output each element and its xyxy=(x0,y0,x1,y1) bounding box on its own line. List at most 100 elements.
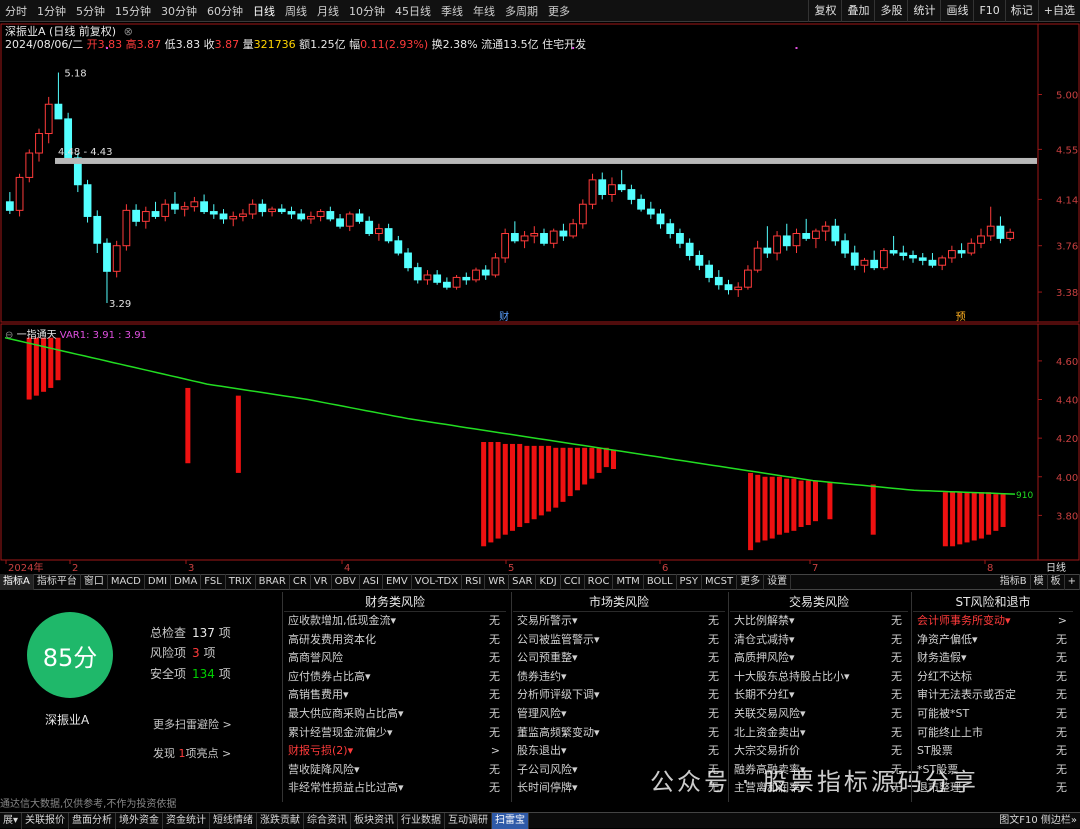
candle-body xyxy=(540,233,548,244)
indicator-tab-10[interactable]: VR xyxy=(311,574,332,590)
bottom-tab-3[interactable]: 境外资金 xyxy=(116,812,164,829)
risk-row[interactable]: 公司被监管警示▾ 无 xyxy=(513,631,725,650)
date-label: 7 xyxy=(812,563,818,574)
candle-body xyxy=(578,203,587,225)
tabs-right-0[interactable]: 指标B xyxy=(997,574,1031,590)
risk-row[interactable]: 高商誉风险 无 xyxy=(284,649,506,668)
indicator-tab-22[interactable]: BOLL xyxy=(644,574,677,590)
indicator-tab-6[interactable]: FSL xyxy=(201,574,226,590)
indicator-tab-20[interactable]: ROC xyxy=(585,574,614,590)
candle-body xyxy=(336,218,344,227)
risk-row[interactable]: ST股票 无 xyxy=(913,742,1073,761)
finance-marker[interactable]: 财 xyxy=(499,310,509,323)
risk-row[interactable]: 分析师评级下调▾ 无 xyxy=(513,686,725,705)
indicator-tab-8[interactable]: BRAR xyxy=(256,574,290,590)
bottom-tab-0[interactable]: 展▾ xyxy=(0,812,23,829)
indicator-tab-18[interactable]: KDJ xyxy=(536,574,561,590)
risk-row[interactable]: 应付债券占比高▾ 无 xyxy=(284,668,506,687)
bottom-tab-8[interactable]: 板块资讯 xyxy=(351,812,399,829)
indicator-tab-17[interactable]: SAR xyxy=(509,574,537,590)
risk-row[interactable]: 高销售费用▾ 无 xyxy=(284,686,506,705)
highlights-link[interactable]: 发现 1项亮点 > xyxy=(153,745,231,761)
indicator-tab-23[interactable]: PSY xyxy=(677,574,703,590)
bottom-tab-4[interactable]: 资金统计 xyxy=(163,812,211,829)
indicator-tab-24[interactable]: MCST xyxy=(702,574,738,590)
risk-row[interactable]: 大宗交易折价 无 xyxy=(730,742,908,761)
bottom-tab-10[interactable]: 互动调研 xyxy=(445,812,493,829)
kline-chart[interactable]: 5.00 4.55 4.14 3.76 3.38 4.48 - 4.43 5.18 3.29 财… xyxy=(0,0,1080,574)
risk-row[interactable]: 大比例解禁▾ 无 xyxy=(730,612,908,631)
indicator-tab-5[interactable]: DMA xyxy=(171,574,202,590)
tabs-right-1[interactable]: 模 xyxy=(1031,574,1048,590)
indicator-tab-3[interactable]: MACD xyxy=(108,574,145,590)
risk-row[interactable]: 可能被*ST 无 xyxy=(913,705,1073,724)
risk-row[interactable]: 管理风险▾ 无 xyxy=(513,705,725,724)
risk-row[interactable]: 股东退出▾ 无 xyxy=(513,742,725,761)
indicator-tab-9[interactable]: CR xyxy=(290,574,311,590)
risk-row[interactable]: 十大股东总持股占比小▾ 无 xyxy=(730,668,908,687)
risk-row-status: 无 xyxy=(489,762,500,776)
risk-row-status: 无 xyxy=(708,651,719,665)
risk-row[interactable]: 长期不分红▾ 无 xyxy=(730,686,908,705)
risk-row-label: 大宗交易折价 xyxy=(734,744,800,758)
risk-row-label: 公司预重整▾ xyxy=(517,651,578,665)
indicator-collapse-icon[interactable]: ⊖ xyxy=(5,330,13,341)
tabs-right-2[interactable]: 板 xyxy=(1048,574,1065,590)
candle-body xyxy=(268,208,276,213)
indicator-tab-7[interactable]: TRIX xyxy=(226,574,256,590)
main-y-label: 4.55 xyxy=(1056,145,1078,156)
indicator-tab-16[interactable]: WR xyxy=(485,574,510,590)
risk-row[interactable]: 审计无法表示或否定 无 xyxy=(913,686,1073,705)
candle-body xyxy=(462,276,471,281)
bottom-tab-5[interactable]: 短线情绪 xyxy=(210,812,258,829)
risk-row[interactable]: 北上资金卖出▾ 无 xyxy=(730,724,908,743)
risk-row[interactable]: 高质押风险▾ 无 xyxy=(730,649,908,668)
risk-row[interactable]: 财务造假▾ 无 xyxy=(913,649,1073,668)
risk-row-status: 无 xyxy=(708,744,719,758)
bottom-right-links[interactable]: 图文F10 侧边栏» xyxy=(996,813,1080,829)
bottom-tab-9[interactable]: 行业数据 xyxy=(398,812,446,829)
risk-row[interactable]: 分红不达标 无 xyxy=(913,668,1073,687)
indicator-tab-2[interactable]: 窗口 xyxy=(81,574,108,590)
risk-row-label: 长时间停牌▾ xyxy=(517,781,578,795)
indicator-bar xyxy=(942,492,948,547)
indicator-tab-26[interactable]: 设置 xyxy=(764,574,792,590)
indicator-tab-1[interactable]: 指标平台 xyxy=(34,574,81,590)
risk-row[interactable]: 可能终止上市 无 xyxy=(913,724,1073,743)
risk-row[interactable]: 应收款增加,低现金流▾ 无 xyxy=(284,612,506,631)
bottom-tab-6[interactable]: 涨跌贡献 xyxy=(257,812,305,829)
more-scan-link[interactable]: 更多扫雷避险 > xyxy=(153,716,232,732)
risk-row[interactable]: 财报亏损(2)▾ > xyxy=(284,742,506,761)
risk-row[interactable]: 公司预重整▾ 无 xyxy=(513,649,725,668)
risk-row[interactable]: 累计经营现金流偏少▾ 无 xyxy=(284,724,506,743)
indicator-tab-13[interactable]: EMV xyxy=(383,574,412,590)
risk-row[interactable]: 董监高频繁变动▾ 无 xyxy=(513,724,725,743)
risk-row[interactable]: 会计师事务所变动▾ > xyxy=(913,612,1073,631)
risk-row[interactable]: 非经常性损益占比过高▾ 无 xyxy=(284,779,506,798)
forecast-marker[interactable]: 预 xyxy=(956,311,966,323)
tabs-right-3[interactable]: + xyxy=(1065,574,1080,590)
indicator-tab-25[interactable]: 更多 xyxy=(737,574,765,590)
risk-row[interactable]: 营收陡降风险▾ 无 xyxy=(284,761,506,780)
candle-body xyxy=(374,228,383,235)
risk-row[interactable]: 最大供应商采购占比高▾ 无 xyxy=(284,705,506,724)
indicator-tab-21[interactable]: MTM xyxy=(613,574,644,590)
indicator-tab-12[interactable]: ASI xyxy=(360,574,383,590)
risk-row[interactable]: 高研发费用资本化 无 xyxy=(284,631,506,650)
indicator-tab-4[interactable]: DMI xyxy=(145,574,172,590)
risk-row[interactable]: 交易所警示▾ 无 xyxy=(513,612,725,631)
risk-row[interactable]: 关联交易风险▾ 无 xyxy=(730,705,908,724)
bottom-tab-1[interactable]: 关联报价 xyxy=(22,812,70,829)
indicator-tab-11[interactable]: OBV xyxy=(332,574,360,590)
bottom-tab-7[interactable]: 综合资讯 xyxy=(304,812,352,829)
indicator-name[interactable]: 一指通天 xyxy=(17,330,57,341)
indicator-tab-19[interactable]: CCI xyxy=(561,574,585,590)
risk-row[interactable]: 债券违约▾ 无 xyxy=(513,668,725,687)
risk-row[interactable]: 净资产偏低▾ 无 xyxy=(913,631,1073,650)
bottom-tab-2[interactable]: 盘面分析 xyxy=(69,812,117,829)
indicator-tab-15[interactable]: RSI xyxy=(462,574,486,590)
indicator-tab-14[interactable]: VOL-TDX xyxy=(412,574,463,590)
bottom-tab-11[interactable]: 扫雷宝 xyxy=(492,812,530,829)
indicator-tab-0[interactable]: 指标A xyxy=(0,574,34,590)
risk-row[interactable]: 清仓式减持▾ 无 xyxy=(730,631,908,650)
